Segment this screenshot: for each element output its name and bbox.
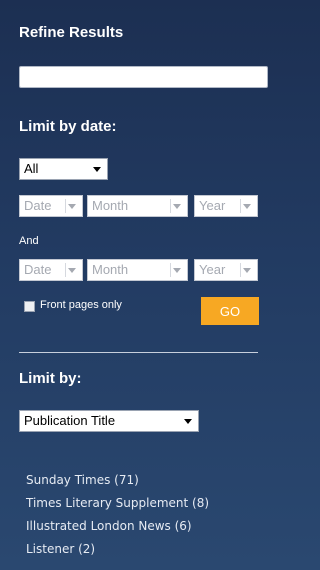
select-separator <box>65 263 66 277</box>
refine-search-input[interactable] <box>19 66 268 88</box>
chevron-down-icon <box>68 204 76 209</box>
facet-link[interactable]: Sunday Times (71) <box>26 473 139 487</box>
from-year-label: Year <box>199 198 226 213</box>
chevron-down-icon <box>243 268 251 273</box>
front-pages-label: Front pages only <box>40 299 122 311</box>
limit-by-date-heading: Limit by date: <box>19 118 117 135</box>
to-year-label: Year <box>199 262 226 277</box>
and-label: And <box>19 235 39 247</box>
chevron-down-icon <box>68 268 76 273</box>
go-button[interactable]: GO <box>201 297 259 325</box>
select-separator <box>170 263 171 277</box>
chevron-down-icon <box>173 268 181 273</box>
facet-link[interactable]: Times Literary Supplement (8) <box>26 496 209 510</box>
chevron-down-icon <box>93 167 101 172</box>
to-month-select[interactable]: Month <box>87 259 188 281</box>
front-pages-checkbox[interactable] <box>24 301 35 312</box>
facet-link[interactable]: Listener (2) <box>26 542 95 556</box>
from-month-label: Month <box>92 198 129 213</box>
date-range-select[interactable]: All <box>19 158 108 180</box>
from-year-select[interactable]: Year <box>194 195 258 217</box>
from-date-select[interactable]: Date <box>19 195 83 217</box>
limit-by-heading: Limit by: <box>19 370 82 387</box>
limit-by-select-value: Publication Title <box>24 413 116 428</box>
refine-results-heading: Refine Results <box>19 24 124 41</box>
date-range-value: All <box>24 161 39 176</box>
to-date-select[interactable]: Date <box>19 259 83 281</box>
to-year-select[interactable]: Year <box>194 259 258 281</box>
from-month-select[interactable]: Month <box>87 195 188 217</box>
section-divider <box>19 352 258 353</box>
refine-results-panel: Refine Results Limit by date: All Date M… <box>0 0 273 570</box>
chevron-down-icon <box>173 204 181 209</box>
limit-by-select[interactable]: Publication Title <box>19 410 199 432</box>
select-separator <box>170 199 171 213</box>
facet-link[interactable]: Illustrated London News (6) <box>26 519 192 533</box>
select-separator <box>65 199 66 213</box>
select-separator <box>240 263 241 277</box>
chevron-down-icon <box>243 204 251 209</box>
to-date-label: Date <box>24 262 52 277</box>
chevron-down-icon <box>184 419 192 424</box>
to-month-label: Month <box>92 262 129 277</box>
select-separator <box>240 199 241 213</box>
from-date-label: Date <box>24 198 52 213</box>
